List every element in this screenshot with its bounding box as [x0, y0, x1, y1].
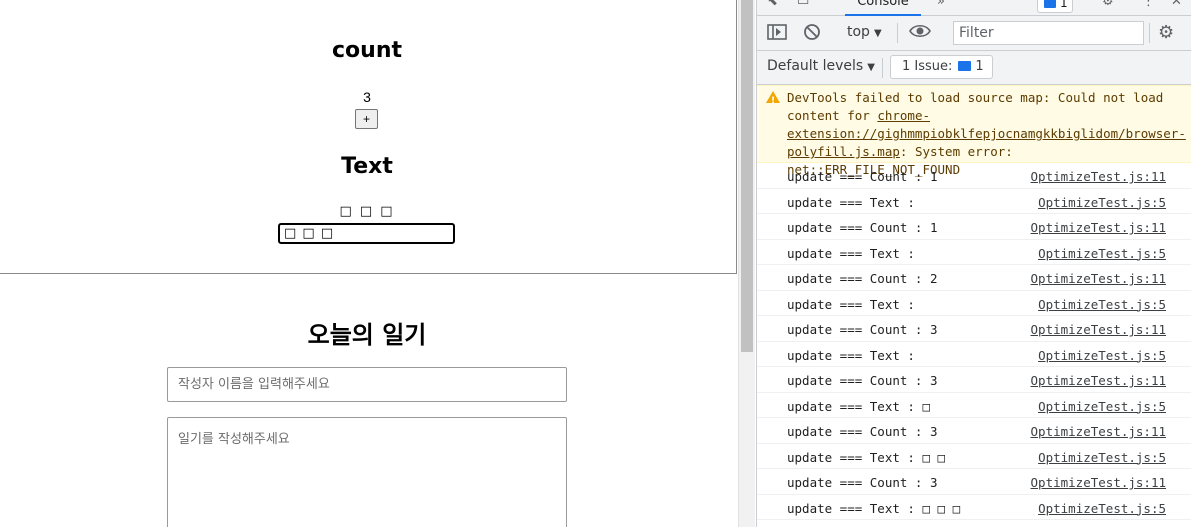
context-selector[interactable]: top ▼ — [847, 24, 882, 40]
log-message: update === Text : □ □ — [787, 449, 946, 465]
log-row: update === Text : OptimizeTest.js:5 — [757, 240, 1191, 265]
console-toolbar-secondary: Default levels ▼ 1 Issue: 1 — [757, 51, 1191, 85]
text-value: □ □ □ — [339, 204, 395, 219]
log-message: update === Count : 1 — [787, 220, 938, 235]
levels-label: Default levels — [767, 58, 864, 74]
devtools-tabbar: ⬉ ▭ Console » 1 ⚙ ⋮ ✕ — [757, 0, 1191, 16]
issue-label: 1 Issue: — [902, 59, 953, 74]
live-expression-eye-icon[interactable] — [909, 22, 931, 44]
log-message: update === Count : 3 — [787, 424, 938, 439]
log-row: update === Text : □ OptimizeTest.js:5 — [757, 393, 1191, 418]
console-toolbar: top▼ ⚙ — [757, 16, 1191, 51]
toolbar-divider — [1149, 23, 1150, 43]
log-row: update === Text : OptimizeTest.js:5 — [757, 189, 1191, 214]
log-source-link[interactable]: OptimizeTest.js:5 — [1038, 450, 1166, 465]
dropdown-arrow-icon: ▼ — [873, 28, 882, 39]
web-page: count 3 + Text □ □ □ 오늘의 일기 — [0, 0, 738, 527]
close-icon[interactable]: ✕ — [1171, 0, 1182, 9]
log-source-link[interactable]: OptimizeTest.js:11 — [1031, 475, 1166, 490]
scroll-thumb[interactable] — [741, 0, 753, 352]
clear-console-icon[interactable] — [803, 23, 821, 45]
count-heading: count — [332, 38, 402, 63]
log-message: update === Text : — [787, 194, 915, 210]
log-source-link[interactable]: OptimizeTest.js:5 — [1038, 297, 1166, 312]
count-value: 3 — [363, 89, 371, 105]
log-row: update === Count : 1 OptimizeTest.js:11 — [757, 214, 1191, 240]
warning-text-prefix: DevTools failed to load source map: Coul… — [787, 90, 1164, 123]
console-settings-icon[interactable]: ⚙ — [1158, 22, 1174, 43]
device-toolbar-icon[interactable]: ▭ — [797, 0, 809, 9]
log-row: update === Count : 2 OptimizeTest.js:11 — [757, 265, 1191, 291]
log-source-link[interactable]: OptimizeTest.js:11 — [1031, 220, 1166, 235]
sidebar-toggle-icon[interactable] — [767, 23, 787, 45]
diary-title: 오늘의 일기 — [307, 321, 427, 349]
log-row: update === Text : □ □ OptimizeTest.js:5 — [757, 444, 1191, 469]
log-message: update === Text : — [787, 296, 915, 312]
toolbar-divider — [882, 58, 883, 78]
log-source-link[interactable]: OptimizeTest.js:11 — [1031, 424, 1166, 439]
log-row: update === Text : OptimizeTest.js:5 — [757, 291, 1191, 316]
dropdown-arrow-icon: ▼ — [867, 62, 875, 73]
log-source-link[interactable]: OptimizeTest.js:11 — [1031, 373, 1166, 388]
inspect-element-icon[interactable]: ⬉ — [767, 0, 778, 9]
increment-button[interactable]: + — [355, 109, 378, 129]
message-icon — [1044, 0, 1056, 8]
message-icon — [958, 61, 972, 71]
toolbar-divider — [897, 23, 898, 43]
devtools-panel: ⬉ ▭ Console » 1 ⚙ ⋮ ✕ top▼ ⚙ Default lev… — [756, 0, 1191, 527]
content-textarea[interactable] — [167, 417, 567, 527]
log-source-link[interactable]: OptimizeTest.js:11 — [1031, 271, 1166, 286]
log-message: update === Count : 3 — [787, 475, 938, 490]
issues-button[interactable]: 1 Issue: 1 — [890, 55, 993, 79]
default-levels-dropdown[interactable]: Default levels ▼ — [767, 58, 875, 74]
log-row: update === Count : 3 OptimizeTest.js:11 — [757, 367, 1191, 393]
more-options-icon[interactable]: ⋮ — [1142, 0, 1155, 9]
log-source-link[interactable]: OptimizeTest.js:5 — [1038, 246, 1166, 261]
settings-icon[interactable]: ⚙ — [1102, 0, 1114, 9]
filter-input[interactable] — [953, 21, 1144, 45]
context-label: top — [847, 24, 870, 40]
text-heading: Text — [341, 154, 393, 179]
tab-console[interactable]: Console — [845, 0, 921, 16]
log-source-link[interactable]: OptimizeTest.js:11 — [1031, 169, 1166, 184]
log-row: update === Count : 3 OptimizeTest.js:11 — [757, 316, 1191, 342]
log-row: update === Count : 1 OptimizeTest.js:11 — [757, 163, 1191, 189]
log-message: update === Text : — [787, 347, 915, 363]
log-row: update === Text : □ □ □ OptimizeTest.js:5 — [757, 495, 1191, 520]
log-message: update === Count : 3 — [787, 373, 938, 388]
console-log-list: update === Count : 1 OptimizeTest.js:11 u… — [757, 163, 1191, 520]
text-input[interactable] — [278, 223, 455, 244]
log-source-link[interactable]: OptimizeTest.js:11 — [1031, 322, 1166, 337]
log-message: update === Count : 1 — [787, 169, 938, 184]
log-message: update === Count : 3 — [787, 322, 938, 337]
author-input[interactable] — [167, 367, 567, 402]
log-row: update === Count : 3 OptimizeTest.js:11 — [757, 418, 1191, 444]
more-tabs-icon[interactable]: » — [937, 0, 945, 9]
page-scrollbar[interactable] — [738, 0, 755, 527]
issues-count: 1 — [1060, 0, 1068, 10]
issues-badge[interactable]: 1 — [1037, 0, 1073, 13]
log-message: update === Text : — [787, 245, 915, 261]
log-source-link[interactable]: OptimizeTest.js:5 — [1038, 195, 1166, 210]
log-message: update === Count : 2 — [787, 271, 938, 286]
log-message: update === Text : □ — [787, 398, 930, 414]
log-source-link[interactable]: OptimizeTest.js:5 — [1038, 501, 1166, 516]
console-warning: DevTools failed to load source map: Coul… — [757, 85, 1191, 177]
log-message: update === Text : □ □ □ — [787, 500, 961, 516]
log-source-link[interactable]: OptimizeTest.js:5 — [1038, 399, 1166, 414]
log-source-link[interactable]: OptimizeTest.js:5 — [1038, 348, 1166, 363]
issue-count: 1 — [975, 59, 984, 74]
warning-icon — [766, 91, 780, 110]
log-row: update === Count : 3 OptimizeTest.js:11 — [757, 469, 1191, 495]
log-row: update === Text : OptimizeTest.js:5 — [757, 342, 1191, 367]
